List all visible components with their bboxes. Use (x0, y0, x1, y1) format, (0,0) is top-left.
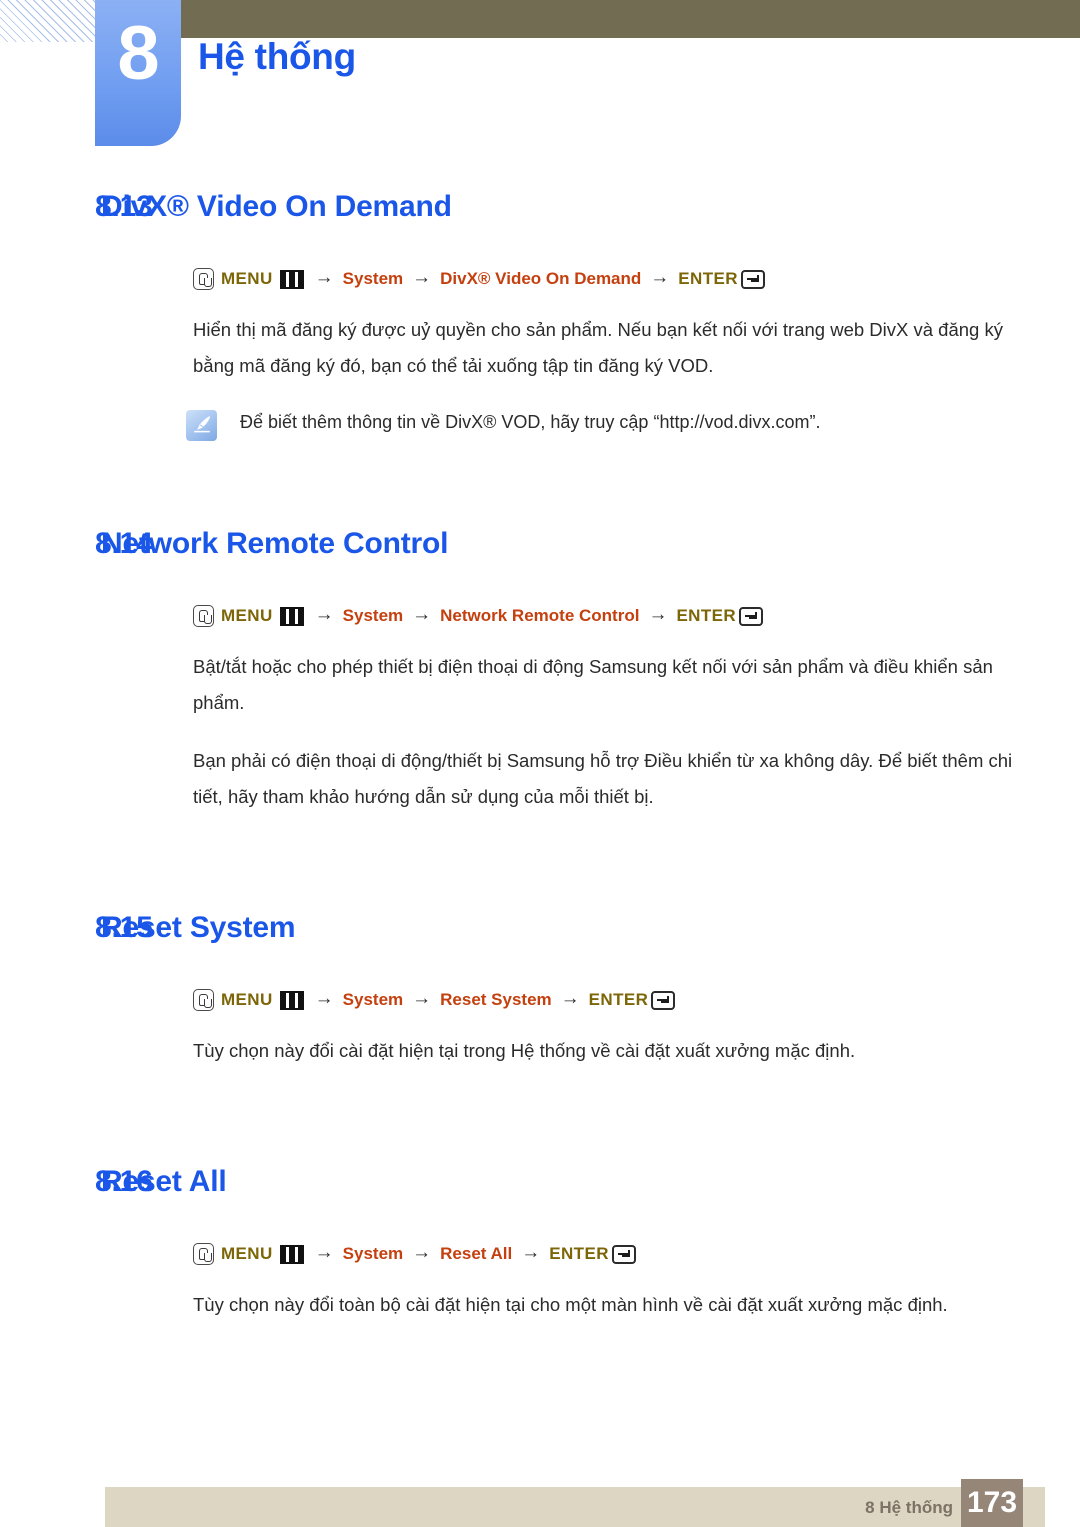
enter-key-icon (740, 269, 765, 289)
chapter-title: Hệ thống (198, 36, 356, 77)
page-content: 8.13 DivX® Video On Demand MENU → System… (0, 190, 1080, 1323)
section-8-15: 8.15 Reset System MENU → System → Reset … (0, 911, 1080, 1069)
breadcrumb-arrow-icon: → (648, 604, 668, 625)
section-heading: 8.16 Reset All (0, 1165, 1080, 1199)
breadcrumb-target-label: Reset System (440, 990, 552, 1009)
hand-press-icon (193, 268, 214, 290)
section-title: Network Remote Control (101, 527, 449, 560)
section-title: DivX® Video On Demand (101, 190, 452, 223)
page-footer: 8 Hệ thống 173 (105, 1479, 1045, 1527)
breadcrumb-enter-label: ENTER (678, 269, 738, 288)
page-number: 173 (961, 1479, 1023, 1527)
enter-key-icon (611, 1244, 636, 1264)
breadcrumb-enter-label: ENTER (676, 606, 737, 625)
enter-key-icon (651, 990, 676, 1010)
hand-press-icon (193, 989, 214, 1011)
menu-path-breadcrumb: MENU → System → Network Remote Control →… (193, 604, 1080, 627)
section-8-14: 8.14 Network Remote Control MENU → Syste… (0, 527, 1080, 815)
section-paragraph: Tùy chọn này đổi toàn bộ cài đặt hiện tạ… (193, 1294, 948, 1315)
enter-key-icon (739, 606, 764, 626)
breadcrumb-target-label: Network Remote Control (440, 606, 640, 625)
section-8-16: 8.16 Reset All MENU → System → Reset All… (0, 1165, 1080, 1323)
breadcrumb-menu-label: MENU (221, 269, 273, 288)
breadcrumb-arrow-icon: → (314, 1242, 334, 1263)
breadcrumb-arrow-icon: → (412, 604, 432, 625)
menu-path-breadcrumb: MENU → System → Reset System → ENTER (193, 988, 1080, 1011)
section-heading: 8.15 Reset System (0, 911, 1080, 945)
breadcrumb-enter-label: ENTER (588, 990, 649, 1009)
section-8-13: 8.13 DivX® Video On Demand MENU → System… (0, 190, 1080, 441)
menu-grid-icon (279, 990, 304, 1010)
breadcrumb-system-label: System (342, 606, 404, 625)
section-paragraph-2: Bạn phải có điện thoại di động/thiết bị … (193, 750, 1013, 807)
section-number: 8.16 (95, 1165, 153, 1198)
header-olive-bar (95, 0, 1080, 38)
section-paragraph: Bật/tắt hoặc cho phép thiết bị điện thoạ… (193, 656, 993, 713)
section-paragraph: Tùy chọn này đổi cài đặt hiện tại trong … (193, 1040, 856, 1061)
breadcrumb-arrow-icon: → (314, 988, 334, 1009)
breadcrumb-arrow-icon: → (412, 267, 432, 288)
note-block: Để biết thêm thông tin về DivX® VOD, hãy… (186, 406, 1080, 441)
section-number: 8.14 (95, 527, 153, 560)
menu-grid-icon (279, 1244, 304, 1264)
menu-path-breadcrumb: MENU → System → Reset All → ENTER (193, 1242, 1080, 1265)
breadcrumb-arrow-icon: → (314, 267, 334, 288)
breadcrumb-arrow-icon: → (314, 604, 334, 625)
breadcrumb-arrow-icon: → (560, 988, 580, 1009)
section-number: 8.13 (95, 190, 153, 223)
menu-grid-icon (279, 606, 304, 626)
breadcrumb-arrow-icon: → (650, 267, 670, 288)
section-heading: 8.13 DivX® Video On Demand (0, 190, 1080, 224)
hand-press-icon (193, 605, 214, 627)
section-heading: 8.14 Network Remote Control (0, 527, 1080, 561)
section-title: Reset All (101, 1165, 227, 1198)
hatch-decoration-icon (0, 0, 108, 42)
breadcrumb-target-label: Reset All (440, 1244, 513, 1263)
note-pencil-icon (186, 410, 217, 441)
breadcrumb-arrow-icon: → (412, 1242, 432, 1263)
menu-grid-icon (279, 269, 304, 289)
breadcrumb-menu-label: MENU (221, 990, 273, 1009)
chapter-number-badge: 8 (95, 0, 181, 146)
breadcrumb-system-label: System (342, 990, 404, 1009)
breadcrumb-menu-label: MENU (221, 606, 273, 625)
breadcrumb-system-label: System (342, 1244, 404, 1263)
breadcrumb-arrow-icon: → (521, 1242, 541, 1263)
note-text: Để biết thêm thông tin về DivX® VOD, hãy… (240, 412, 821, 432)
breadcrumb-arrow-icon: → (412, 988, 432, 1009)
breadcrumb-target-label: DivX® Video On Demand (440, 269, 642, 288)
section-paragraph: Hiển thị mã đăng ký được uỷ quyền cho sả… (193, 319, 1003, 376)
menu-path-breadcrumb: MENU → System → DivX® Video On Demand → … (193, 267, 1080, 290)
section-title: Reset System (101, 911, 296, 944)
page-header: 8 Hệ thống (0, 0, 1080, 165)
breadcrumb-system-label: System (342, 269, 404, 288)
footer-chapter-label: 8 Hệ thống (865, 1498, 953, 1517)
breadcrumb-enter-label: ENTER (549, 1244, 609, 1263)
breadcrumb-menu-label: MENU (221, 1244, 273, 1263)
section-number: 8.15 (95, 911, 153, 944)
hand-press-icon (193, 1243, 214, 1265)
